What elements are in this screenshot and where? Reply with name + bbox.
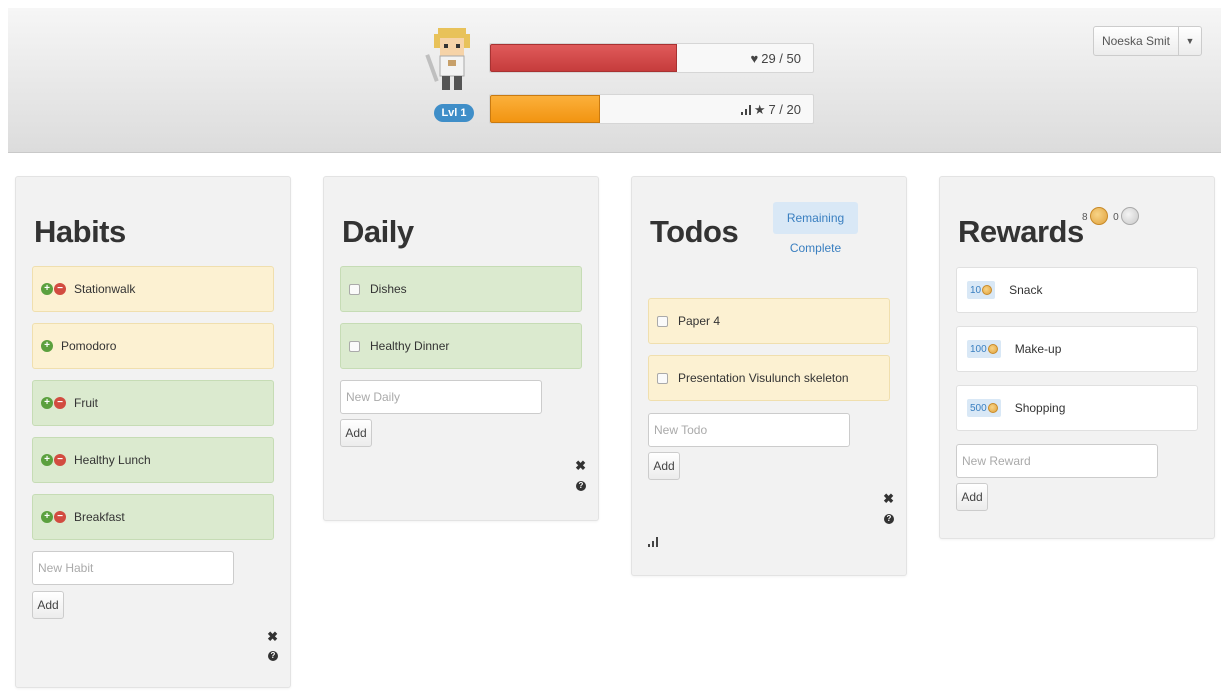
- help-icon[interactable]: ?: [576, 481, 586, 491]
- daily-item[interactable]: Dishes: [340, 266, 582, 312]
- close-icon[interactable]: ✖: [575, 458, 586, 474]
- minus-icon[interactable]: −: [54, 283, 66, 295]
- plus-icon[interactable]: +: [41, 511, 53, 523]
- habit-item[interactable]: + − Healthy Lunch: [32, 437, 274, 483]
- gold-coin-icon: [987, 403, 998, 413]
- checkbox[interactable]: [657, 315, 668, 327]
- todo-item[interactable]: Presentation Visulunch skeleton: [648, 355, 890, 401]
- add-daily-button[interactable]: Add: [340, 419, 372, 447]
- daily-item[interactable]: Healthy Dinner: [340, 323, 582, 369]
- add-reward-button[interactable]: Add: [956, 483, 988, 511]
- checkbox[interactable]: [349, 283, 360, 295]
- rewards-column: Rewards 8 0 10 Snack 100 Make-up 500 Sho…: [939, 176, 1215, 539]
- health-bar-fill: [490, 44, 678, 72]
- caret-down-icon[interactable]: ▼: [1179, 27, 1201, 55]
- plus-icon[interactable]: +: [41, 397, 53, 409]
- habits-column: Habits + − Stationwalk + Pomodoro + − Frui…: [15, 176, 291, 688]
- habit-item[interactable]: + Pomodoro: [32, 323, 274, 369]
- habit-item[interactable]: + − Stationwalk: [32, 266, 274, 312]
- gold-count: 8 0: [1082, 207, 1140, 225]
- checkbox[interactable]: [657, 372, 668, 384]
- add-todo-button[interactable]: Add: [648, 452, 680, 480]
- todos-title: Todos: [650, 214, 739, 249]
- new-habit-input[interactable]: [32, 551, 234, 585]
- experience-bar-fill: [490, 95, 600, 123]
- level-badge: Lvl 1: [434, 104, 474, 122]
- add-habit-button[interactable]: Add: [32, 591, 64, 619]
- reward-item[interactable]: 100 Make-up: [956, 326, 1198, 372]
- rewards-title: Rewards: [958, 214, 1084, 249]
- minus-icon[interactable]: −: [54, 511, 66, 523]
- filter-complete-tab[interactable]: Complete: [773, 241, 858, 255]
- todo-item[interactable]: Paper 4: [648, 298, 890, 344]
- reward-price[interactable]: 500: [967, 399, 1001, 417]
- gold-coin-icon: [987, 344, 998, 354]
- close-icon[interactable]: ✖: [267, 629, 278, 645]
- experience-value: 7 / 20: [768, 102, 801, 117]
- signal-icon: [740, 105, 751, 115]
- daily-title: Daily: [342, 214, 414, 249]
- habits-title: Habits: [34, 214, 126, 249]
- plus-icon[interactable]: +: [41, 340, 53, 352]
- help-icon[interactable]: ?: [268, 651, 278, 661]
- header-bar: Lvl 1 ♥ 29 / 50 ★ 7 / 20 Noeska Smit ▼: [8, 8, 1221, 153]
- health-bar: ♥ 29 / 50: [489, 43, 814, 73]
- gold-coin-icon: [1090, 207, 1109, 225]
- checkbox[interactable]: [349, 340, 360, 352]
- new-daily-input[interactable]: [340, 380, 542, 414]
- daily-column: Daily Dishes Healthy Dinner Add ✖ ?: [323, 176, 599, 521]
- plus-icon[interactable]: +: [41, 283, 53, 295]
- user-menu[interactable]: Noeska Smit ▼: [1092, 26, 1202, 56]
- habit-item[interactable]: + − Breakfast: [32, 494, 274, 540]
- user-name[interactable]: Noeska Smit: [1094, 27, 1179, 55]
- minus-icon[interactable]: −: [54, 397, 66, 409]
- health-value: 29 / 50: [761, 51, 801, 66]
- experience-bar: ★ 7 / 20: [489, 94, 814, 124]
- new-reward-input[interactable]: [956, 444, 1158, 478]
- habit-item[interactable]: + − Fruit: [32, 380, 274, 426]
- minus-icon[interactable]: −: [54, 454, 66, 466]
- close-icon[interactable]: ✖: [883, 491, 894, 507]
- silver-coin-icon: [1121, 207, 1140, 225]
- star-icon: ★: [753, 102, 766, 117]
- gold-coin-icon: [982, 285, 993, 295]
- help-icon[interactable]: ?: [884, 514, 894, 524]
- heart-icon: ♥: [750, 51, 759, 66]
- reward-item[interactable]: 10 Snack: [956, 267, 1198, 313]
- todos-column: Todos Remaining Complete Paper 4 Present…: [631, 176, 907, 576]
- reward-item[interactable]: 500 Shopping: [956, 385, 1198, 431]
- plus-icon[interactable]: +: [41, 454, 53, 466]
- avatar[interactable]: [424, 26, 480, 100]
- reward-price[interactable]: 100: [967, 340, 1001, 358]
- new-todo-input[interactable]: [648, 413, 850, 447]
- signal-icon[interactable]: [648, 537, 658, 547]
- reward-price[interactable]: 10: [967, 281, 996, 299]
- filter-remaining-tab[interactable]: Remaining: [773, 202, 858, 234]
